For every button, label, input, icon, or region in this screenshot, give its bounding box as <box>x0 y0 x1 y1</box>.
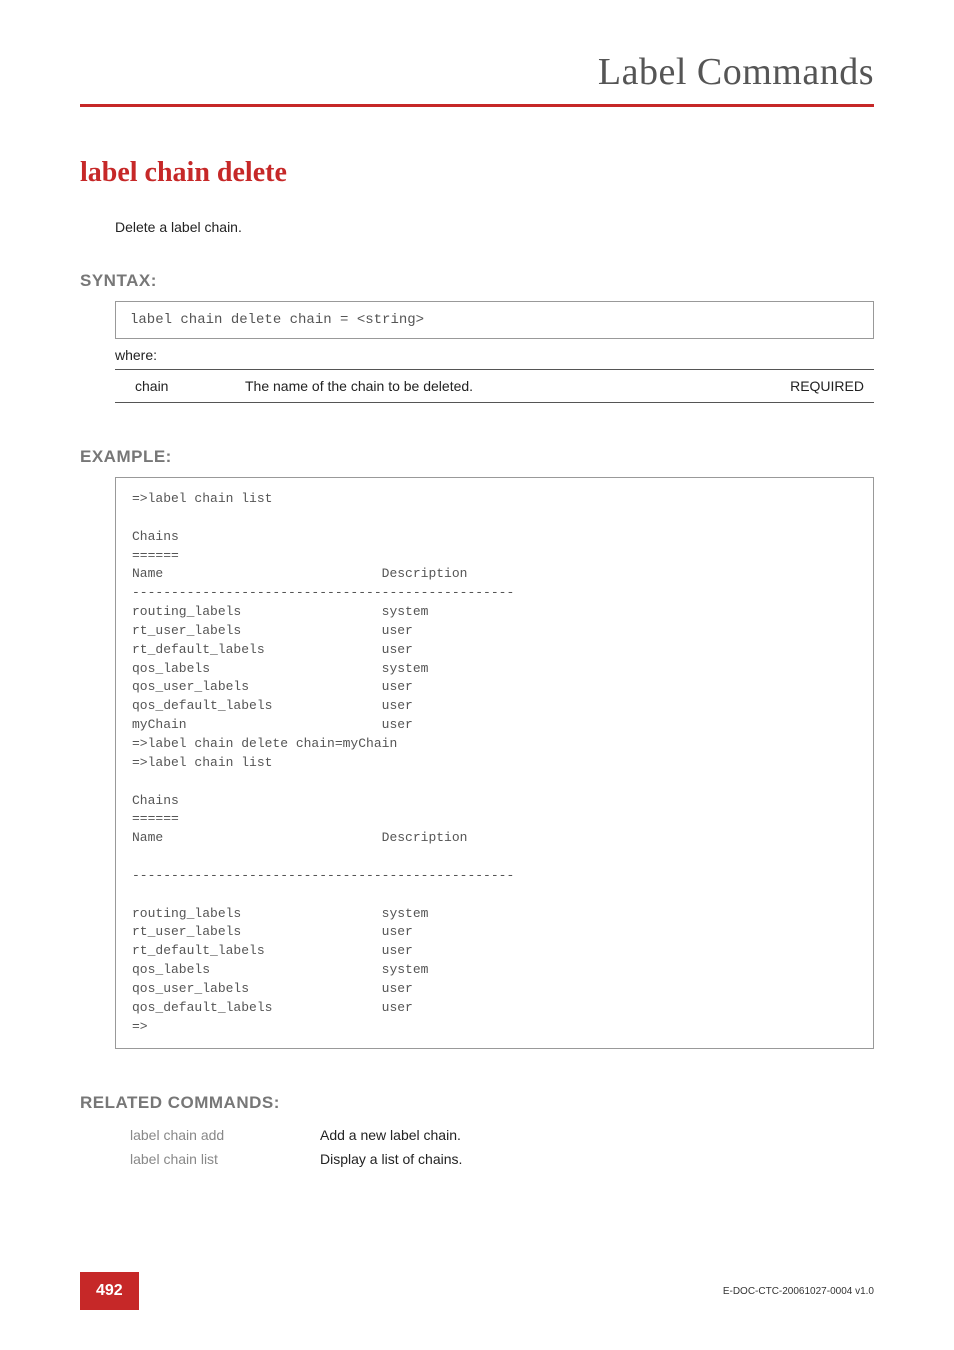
parameter-table: chain The name of the chain to be delete… <box>115 369 874 403</box>
param-name: chain <box>115 370 235 403</box>
header-rule <box>80 104 874 107</box>
command-title: label chain delete <box>80 157 874 189</box>
document-id: E-DOC-CTC-20061027-0004 v1.0 <box>723 1286 874 1297</box>
command-description: Delete a label chain. <box>115 219 874 235</box>
related-commands-table: label chain add Add a new label chain. l… <box>130 1123 486 1171</box>
related-command-name: label chain list <box>130 1147 320 1171</box>
where-label: where: <box>115 347 874 363</box>
related-label: RELATED COMMANDS: <box>80 1093 874 1113</box>
section-header: Label Commands <box>80 50 874 94</box>
param-required: REQUIRED <box>764 370 874 403</box>
related-command-desc: Display a list of chains. <box>320 1147 486 1171</box>
param-desc: The name of the chain to be deleted. <box>235 370 764 403</box>
table-row: chain The name of the chain to be delete… <box>115 370 874 403</box>
example-box: =>label chain list Chains ====== Name De… <box>115 477 874 1049</box>
page-number: 492 <box>80 1272 139 1310</box>
table-row: label chain add Add a new label chain. <box>130 1123 486 1147</box>
example-label: EXAMPLE: <box>80 447 874 467</box>
table-row: label chain list Display a list of chain… <box>130 1147 486 1171</box>
syntax-label: SYNTAX: <box>80 271 874 291</box>
related-command-name: label chain add <box>130 1123 320 1147</box>
footer: 492 E-DOC-CTC-20061027-0004 v1.0 <box>0 1272 954 1310</box>
related-command-desc: Add a new label chain. <box>320 1123 486 1147</box>
syntax-box: label chain delete chain = <string> <box>115 301 874 339</box>
